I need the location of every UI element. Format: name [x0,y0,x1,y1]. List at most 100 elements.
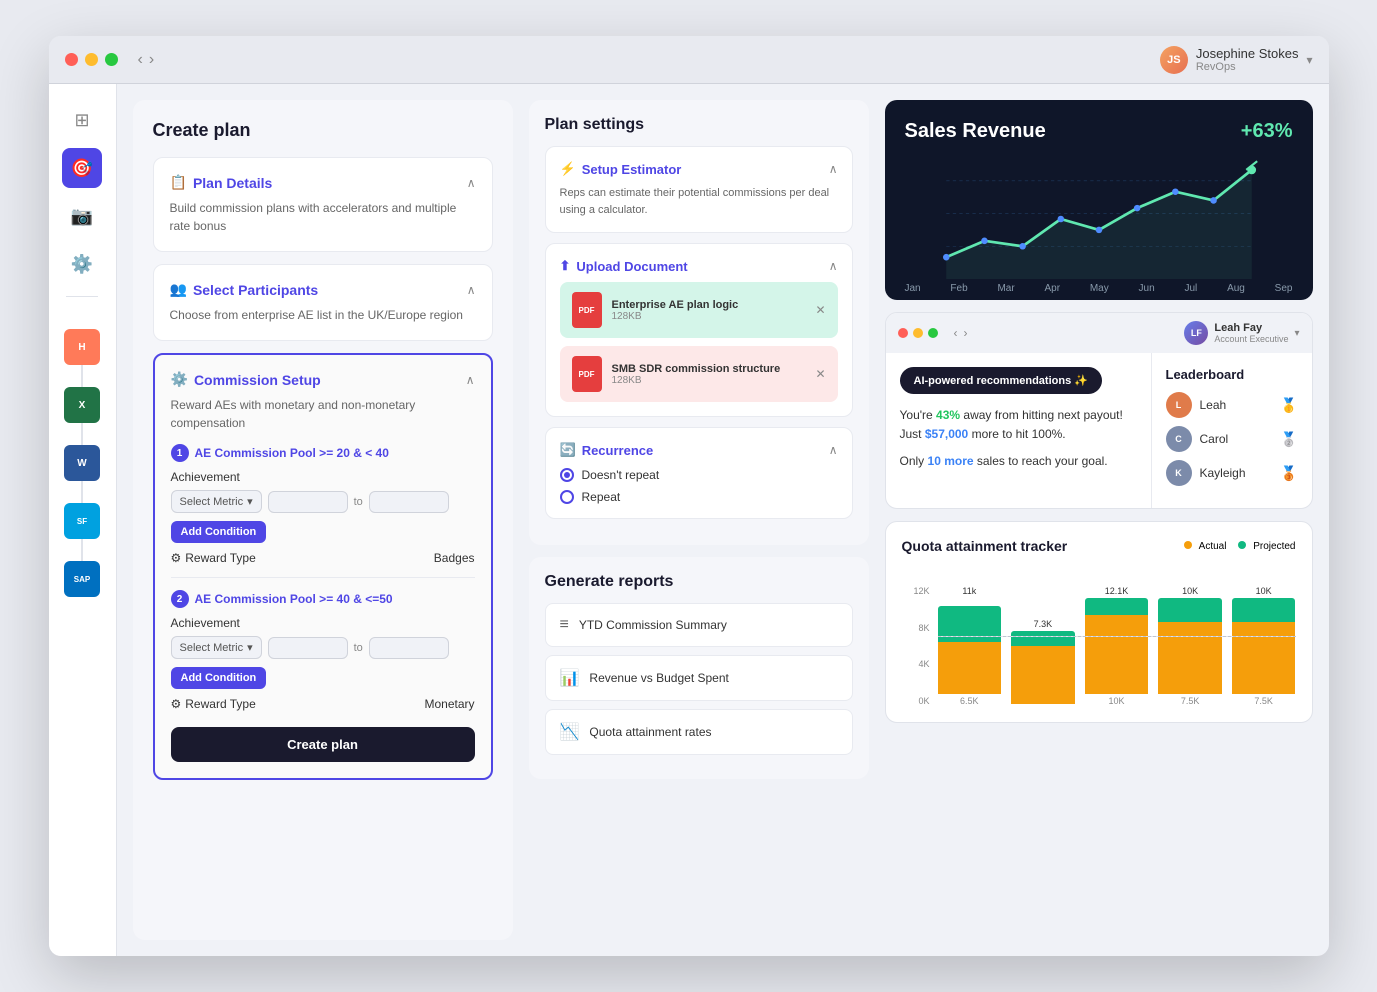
mini-user-details: Leah Fay Account Executive [1214,322,1288,344]
commission-item-1: 1 AE Commission Pool >= 20 & < 40 Achiev… [171,444,475,565]
lb-item-2: C Carol 🥈 [1166,426,1298,452]
metric-select-2[interactable]: Select Metric ▾ [171,636,262,659]
bars-container: 11k 6.5K 7.3K [938,586,1296,706]
ai-text-5: sales to reach your goal. [974,454,1108,468]
participants-icon: 👥 [170,281,187,298]
avatar: JS [1160,46,1188,74]
badge-num-1: 1 [171,444,189,462]
mini-forward[interactable]: › [964,326,968,340]
achievement-label-2: Achievement [171,616,475,630]
lb-badge-2: 🥈 [1280,431,1297,448]
sidebar-item-target[interactable]: 🎯 [62,148,102,188]
leaderboard-title: Leaderboard [1166,367,1298,382]
maximize-button[interactable] [105,53,118,66]
report-item-2[interactable]: 📊 Revenue vs Budget Spent [545,655,853,701]
metric-input2-1[interactable] [369,491,449,513]
hubspot-logo[interactable]: H [64,329,100,365]
create-plan-button[interactable]: Create plan [171,727,475,762]
radio-repeat[interactable]: Repeat [560,490,838,504]
sales-revenue-card: Sales Revenue +63% [885,100,1313,300]
dropdown-icon-2: ▾ [247,641,253,654]
lb-item-3: K Kayleigh 🥉 [1166,460,1298,486]
quota-tracker-card: Quota attainment tracker Actual Projecte… [885,521,1313,723]
minimize-button[interactable] [85,53,98,66]
forward-button[interactable]: › [149,51,154,69]
recurrence-section: 🔄 Recurrence ∧ Doesn't repeat [545,427,853,519]
lb-name-3: Kayleigh [1200,466,1273,480]
report-item-1[interactable]: ≡ YTD Commission Summary [545,603,853,647]
metric-select-1[interactable]: Select Metric ▾ [171,490,262,513]
select-participants-section: 👥 Select Participants ∧ Choose from ente… [153,264,493,341]
mini-minimize[interactable] [913,328,923,338]
sidebar-item-camera[interactable]: 📷 [62,196,102,236]
file-card-2: PDF SMB SDR commission structure 128KB ✕ [560,346,838,402]
to-label-2: to [354,642,363,654]
y-axis: 12K 8K 4K 0K [902,586,930,706]
setup-estimator-title: ⚡ Setup Estimator [560,161,682,177]
bar-4: 10K 7.5K [1158,586,1222,706]
add-condition-btn-2[interactable]: Add Condition [171,667,267,689]
metric-input1-2[interactable] [268,637,348,659]
lb-item-1: L Leah 🥇 [1166,392,1298,418]
plan-settings-card: Plan settings ⚡ Setup Estimator ∧ Reps c… [529,100,869,545]
excel-logo[interactable]: X [64,387,100,423]
mini-back[interactable]: ‹ [954,326,958,340]
ai-recommendations-button[interactable]: AI-powered recommendations ✨ [900,367,1102,394]
participants-chevron[interactable]: ∧ [467,283,476,297]
bar-1: 11k 6.5K [938,586,1002,706]
back-button[interactable]: ‹ [138,51,143,69]
commission-chevron[interactable]: ∧ [466,373,475,387]
mini-close[interactable] [898,328,908,338]
mini-maximize[interactable] [928,328,938,338]
commission-badge-2: 2 AE Commission Pool >= 40 & <=50 [171,590,475,608]
upload-chevron[interactable]: ∧ [829,259,838,273]
radio-doesnt-repeat[interactable]: Doesn't repeat [560,468,838,482]
sidebar: ⊞ 🎯 📷 ⚙️ H X W SF SAP [49,84,117,956]
sidebar-item-settings[interactable]: ⚙️ [62,244,102,284]
quota-title: Quota attainment tracker [902,538,1068,554]
revenue-svg [905,159,1293,279]
sr-change: +63% [1241,120,1293,143]
setup-estimator-header: ⚡ Setup Estimator ∧ [560,161,838,177]
reward-value-2: Monetary [424,697,474,711]
mini-content: AI-powered recommendations ✨ You're 43% … [886,353,1312,508]
report-item-3[interactable]: 📉 Quota attainment rates [545,709,853,755]
upload-document-section: ⬆ Upload Document ∧ PDF Enterprise AE pl… [545,243,853,417]
mini-title-bar: ‹ › LF Leah Fay Account Executive ▾ [886,313,1312,353]
file-close-1[interactable]: ✕ [815,303,825,317]
file-size-1: 128KB [612,311,806,322]
ai-text-block-2: Only 10 more sales to reach your goal. [900,452,1137,471]
close-button[interactable] [65,53,78,66]
plan-details-chevron[interactable]: ∧ [467,176,476,190]
recurrence-chevron[interactable]: ∧ [829,443,838,457]
chevron-down-icon: ▾ [1306,53,1312,67]
sap-logo[interactable]: SAP [64,561,100,597]
bar-3: 12.1K 10K [1085,586,1149,706]
salesforce-logo[interactable]: SF [64,503,100,539]
file-name-2: SMB SDR commission structure [612,363,806,375]
add-condition-btn-1[interactable]: Add Condition [171,521,267,543]
upload-document-title: ⬆ Upload Document [560,258,688,274]
file-card-1: PDF Enterprise AE plan logic 128KB ✕ [560,282,838,338]
legend-actual: Actual [1184,541,1226,552]
chart-labels: Jan Feb Mar Apr May Jun Jul Aug Sep [905,283,1293,294]
upload-document-header: ⬆ Upload Document ∧ [560,258,838,274]
user-details: Josephine Stokes RevOps [1196,46,1299,73]
radio-group: Doesn't repeat Repeat [560,468,838,504]
metric-input2-2[interactable] [369,637,449,659]
user-info: JS Josephine Stokes RevOps ▾ [1160,46,1313,74]
commission-setup-title: ⚙️ Commission Setup [171,371,321,388]
radio-label-1: Doesn't repeat [582,468,660,482]
lb-name-1: Leah [1200,398,1273,412]
word-logo[interactable]: W [64,445,100,481]
mini-browser: ‹ › LF Leah Fay Account Executive ▾ [885,312,1313,509]
lb-badge-3: 🥉 [1280,465,1297,482]
estimator-chevron[interactable]: ∧ [829,162,838,176]
plan-details-title: 📋 Plan Details [170,174,273,191]
metric-input1-1[interactable] [268,491,348,513]
lb-avatar-3: K [1166,460,1192,486]
sidebar-item-grid[interactable]: ⊞ [62,100,102,140]
file-close-2[interactable]: ✕ [815,367,825,381]
ai-text-1: You're [900,408,937,422]
estimator-icon: ⚡ [560,161,576,177]
